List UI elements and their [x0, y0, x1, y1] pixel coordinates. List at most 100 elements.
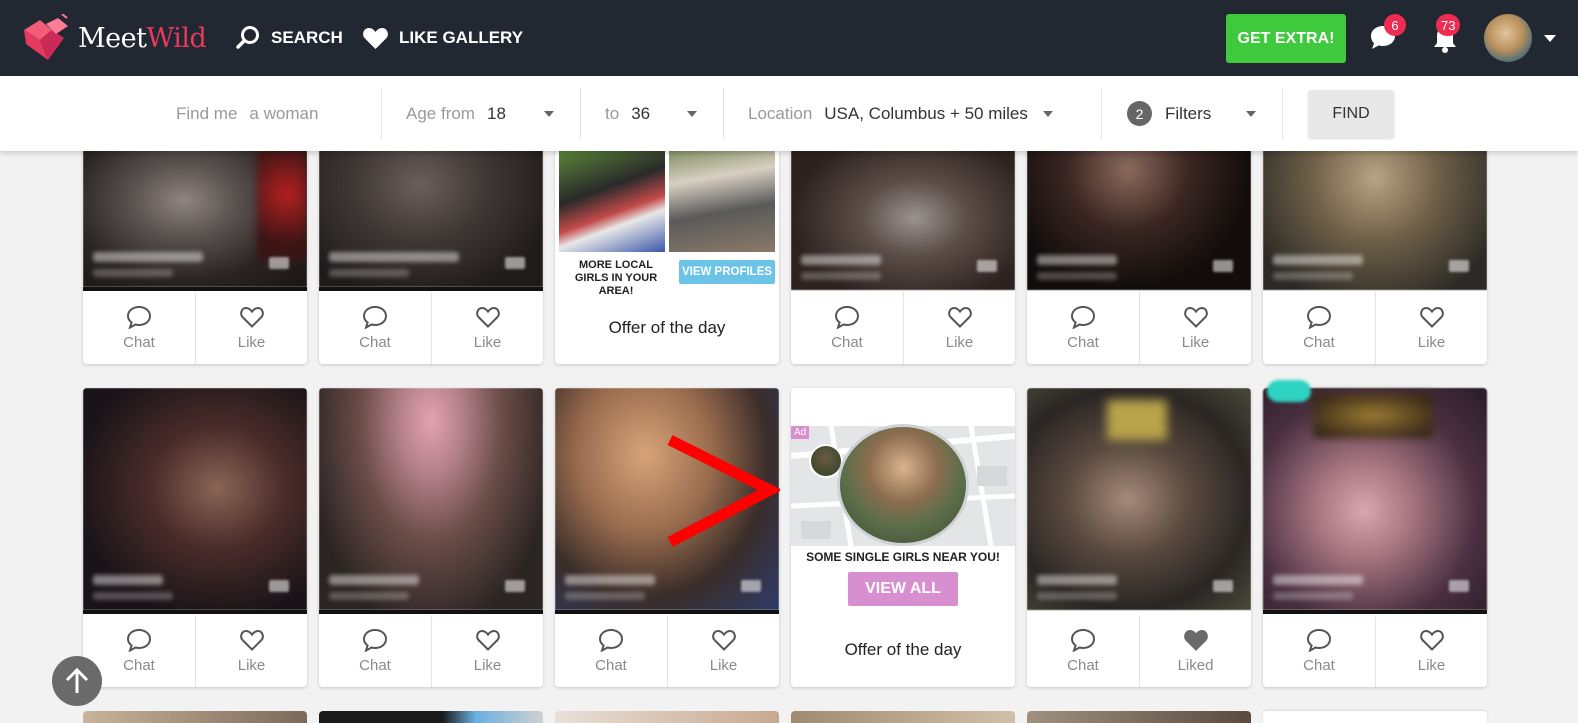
heart-outline-icon	[1183, 306, 1208, 328]
profile-card[interactable]: Chat Like	[1027, 130, 1251, 364]
location-select[interactable]: Location USA, Columbus + 50 miles	[748, 76, 1028, 151]
view-profiles-button[interactable]: VIEW PROFILES	[679, 260, 775, 284]
ad-avatar[interactable]	[837, 424, 969, 546]
profile-card[interactable]: Chat Liked	[1027, 388, 1251, 687]
like-button[interactable]: Like	[903, 292, 1015, 364]
profile-photo[interactable]	[83, 130, 307, 287]
search-icon	[236, 26, 259, 49]
filters-select[interactable]: 2 Filters	[1127, 76, 1211, 151]
profile-card[interactable]: Chat Like	[83, 130, 307, 364]
like-button[interactable]: Like	[1139, 292, 1251, 364]
offer-of-the-day-card[interactable]: MORE LOCAL GIRLS IN YOUR AREA! VIEW PROF…	[555, 130, 779, 364]
find-me-value: a woman	[249, 103, 319, 123]
like-button[interactable]: Like	[195, 292, 307, 364]
filters-dropdown-icon[interactable]	[1246, 111, 1256, 117]
messages-badge: 6	[1384, 14, 1406, 36]
chat-button[interactable]: Chat	[83, 292, 195, 364]
chat-button[interactable]: Chat	[1027, 615, 1139, 687]
find-me-field[interactable]: Find me a woman	[176, 76, 318, 151]
profile-photo[interactable]	[1027, 130, 1251, 290]
chat-label: Chat	[1067, 657, 1099, 674]
site-logo[interactable]: MeetWild	[20, 12, 207, 64]
location-dropdown-icon[interactable]	[1043, 111, 1053, 117]
view-all-button[interactable]: VIEW ALL	[848, 572, 958, 606]
profile-card-peek	[791, 711, 1015, 723]
like-label: Like	[473, 657, 502, 674]
like-button[interactable]: Like	[667, 615, 779, 687]
notifications-badge: 73	[1436, 14, 1461, 36]
like-label: Like	[1417, 334, 1446, 351]
find-me-label: Find me	[176, 103, 238, 123]
profile-photo[interactable]	[791, 130, 1015, 290]
chat-bubble-icon	[834, 305, 860, 329]
chat-bubble-icon	[126, 305, 152, 329]
filters-label: Filters	[1165, 103, 1212, 123]
red-arrow-annotation	[667, 435, 780, 547]
age-from-label: Age from	[406, 103, 475, 123]
profile-photo[interactable]	[1027, 388, 1251, 610]
heart-filled-icon	[1183, 629, 1208, 651]
chat-button[interactable]: Chat	[1263, 292, 1375, 364]
get-extra-button[interactable]: GET EXTRA!	[1226, 14, 1346, 63]
chat-button[interactable]: Chat	[791, 292, 903, 364]
chat-bubble-icon	[1070, 305, 1096, 329]
like-button[interactable]: Like	[1375, 615, 1487, 687]
heart-outline-icon	[239, 306, 264, 328]
age-to-value: 36	[631, 103, 651, 123]
profile-card[interactable]: Chat Like	[319, 388, 543, 687]
profile-card-peek	[319, 711, 543, 723]
profile-card[interactable]: Chat Like	[83, 388, 307, 687]
nav-like-gallery-link[interactable]: LIKE GALLERY	[362, 22, 523, 54]
heart-outline-icon	[711, 629, 736, 651]
find-button[interactable]: FIND	[1308, 90, 1394, 138]
heart-logo-icon	[20, 13, 70, 62]
like-label: Like	[473, 334, 502, 351]
chat-button[interactable]: Chat	[555, 615, 667, 687]
account-menu-caret-icon[interactable]	[1544, 35, 1556, 42]
profile-photo[interactable]	[319, 130, 543, 287]
age-to-dropdown-icon[interactable]	[687, 111, 697, 117]
divider	[580, 88, 581, 139]
like-button[interactable]: Like	[431, 292, 543, 364]
view-all-label: VIEW ALL	[865, 580, 941, 597]
profile-card[interactable]: Chat Like	[1263, 130, 1487, 364]
chat-bubble-icon	[1306, 305, 1332, 329]
nav-search-label: SEARCH	[271, 28, 343, 47]
get-extra-label: GET EXTRA!	[1237, 29, 1335, 47]
profile-card[interactable]: Chat Like	[319, 130, 543, 364]
profile-photo[interactable]	[1263, 388, 1487, 610]
chat-button[interactable]: Chat	[1263, 615, 1375, 687]
liked-button[interactable]: Liked	[1139, 615, 1251, 687]
nav-search-link[interactable]: SEARCH	[235, 22, 343, 54]
age-from-select[interactable]: Age from 18	[406, 76, 506, 151]
chat-button[interactable]: Chat	[1027, 292, 1139, 364]
ad-photo	[669, 148, 775, 252]
age-from-dropdown-icon[interactable]	[544, 111, 554, 117]
heart-outline-icon	[239, 629, 264, 651]
logo-word-wild: Wild	[146, 22, 207, 54]
offer-of-the-day-card[interactable]: Ad SOME SINGLE GIRLS NEAR YOU! VIEW ALL …	[791, 388, 1015, 687]
chat-label: Chat	[123, 334, 155, 351]
like-button[interactable]: Like	[431, 615, 543, 687]
profile-photo[interactable]	[83, 388, 307, 610]
logo-word-meet: Meet	[78, 22, 147, 54]
user-avatar[interactable]	[1484, 14, 1532, 62]
profile-photo[interactable]	[319, 388, 543, 610]
chat-bubble-icon	[598, 628, 624, 652]
chat-button[interactable]: Chat	[319, 615, 431, 687]
profile-card[interactable]: Chat Like	[791, 130, 1015, 364]
profile-photo[interactable]	[1263, 130, 1487, 290]
age-to-select[interactable]: to 36	[605, 76, 650, 151]
ad-photos[interactable]	[559, 148, 775, 252]
like-button[interactable]: Like	[1375, 292, 1487, 364]
scroll-to-top-button[interactable]	[52, 656, 102, 706]
chat-bubble-icon	[362, 305, 388, 329]
profile-card-peek	[83, 711, 307, 723]
profile-card[interactable]: Chat Like	[1263, 380, 1487, 687]
arrow-up-icon	[65, 667, 89, 693]
chat-button[interactable]: Chat	[319, 292, 431, 364]
like-button[interactable]: Like	[195, 615, 307, 687]
new-badge	[1267, 380, 1311, 402]
chat-bubble-icon	[362, 628, 388, 652]
chat-label: Chat	[359, 657, 391, 674]
